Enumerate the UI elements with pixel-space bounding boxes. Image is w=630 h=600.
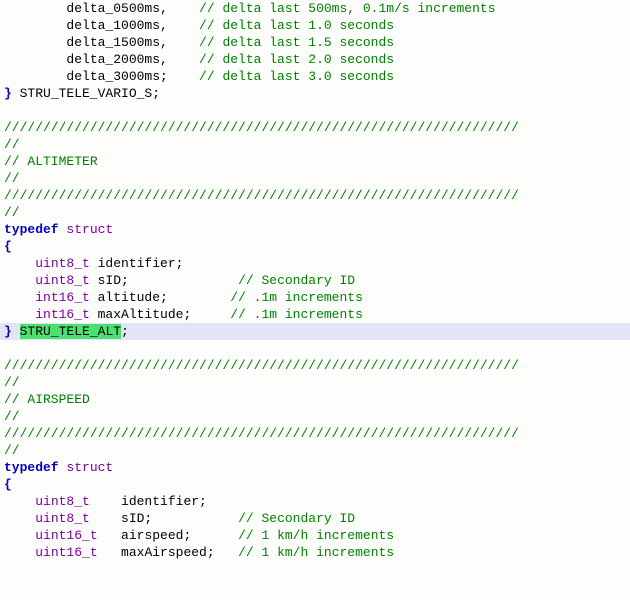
comment: // AIRSPEED xyxy=(4,392,90,407)
type-name: uint16_t xyxy=(35,545,97,560)
code-line[interactable]: // xyxy=(0,442,630,459)
comment: // Secondary ID xyxy=(238,273,355,288)
code-line[interactable]: int16_t altitude; // .1m increments xyxy=(0,289,630,306)
code-line[interactable]: delta_0500ms, // delta last 500ms, 0.1m/… xyxy=(0,0,630,17)
code-line[interactable]: uint8_t identifier; xyxy=(0,493,630,510)
comment: ////////////////////////////////////////… xyxy=(4,426,519,441)
type-name: uint8_t xyxy=(35,273,90,288)
type-name: uint16_t xyxy=(35,528,97,543)
comment: // Secondary ID xyxy=(238,511,355,526)
code-line[interactable]: // ALTIMETER xyxy=(0,153,630,170)
comment: // xyxy=(4,409,20,424)
keyword: typedef xyxy=(4,460,59,475)
comment: // xyxy=(4,137,20,152)
comment: // ALTIMETER xyxy=(4,154,98,169)
code-line[interactable]: // xyxy=(0,136,630,153)
keyword: { xyxy=(4,477,12,492)
code-line[interactable]: delta_1500ms, // delta last 1.5 seconds xyxy=(0,34,630,51)
comment: // delta last 500ms, 0.1m/s increments xyxy=(199,1,495,16)
type-name: uint8_t xyxy=(35,256,90,271)
code-line[interactable]: uint8_t identifier; xyxy=(0,255,630,272)
type-name: int16_t xyxy=(35,307,90,322)
comment: // xyxy=(4,375,20,390)
code-line[interactable] xyxy=(0,340,630,357)
code-line[interactable]: uint16_t airspeed; // 1 km/h increments xyxy=(0,527,630,544)
keyword: } xyxy=(4,86,12,101)
code-line[interactable]: typedef struct xyxy=(0,459,630,476)
comment: // xyxy=(4,171,20,186)
comment: // delta last 1.5 seconds xyxy=(199,35,394,50)
code-line[interactable]: ////////////////////////////////////////… xyxy=(0,119,630,136)
type-name: int16_t xyxy=(35,290,90,305)
comment: // delta last 2.0 seconds xyxy=(199,52,394,67)
keyword: } xyxy=(4,324,12,339)
code-line[interactable]: delta_1000ms, // delta last 1.0 seconds xyxy=(0,17,630,34)
comment: // xyxy=(4,443,20,458)
code-line[interactable]: } STRU_TELE_VARIO_S; xyxy=(0,85,630,102)
type-name: uint8_t xyxy=(35,494,90,509)
code-line[interactable]: delta_3000ms; // delta last 3.0 seconds xyxy=(0,68,630,85)
code-line[interactable]: typedef struct xyxy=(0,221,630,238)
code-line[interactable]: // xyxy=(0,408,630,425)
comment: ////////////////////////////////////////… xyxy=(4,120,519,135)
code-line[interactable]: delta_2000ms, // delta last 2.0 seconds xyxy=(0,51,630,68)
code-line[interactable]: // xyxy=(0,170,630,187)
code-line[interactable]: ////////////////////////////////////////… xyxy=(0,425,630,442)
code-line[interactable]: // xyxy=(0,204,630,221)
code-line[interactable]: ////////////////////////////////////////… xyxy=(0,357,630,374)
type-name: uint8_t xyxy=(35,511,90,526)
comment: // 1 km/h increments xyxy=(238,528,394,543)
code-line[interactable]: } STRU_TELE_ALT; xyxy=(0,323,630,340)
type-name: struct xyxy=(66,222,113,237)
comment: // .1m increments xyxy=(230,290,363,305)
comment: // .1m increments xyxy=(230,307,363,322)
comment: // delta last 1.0 seconds xyxy=(199,18,394,33)
comment: // delta last 3.0 seconds xyxy=(199,69,394,84)
code-line[interactable]: // xyxy=(0,374,630,391)
code-line[interactable]: uint8_t sID; // Secondary ID xyxy=(0,272,630,289)
code-block: delta_0500ms, // delta last 500ms, 0.1m/… xyxy=(0,0,630,561)
comment: ////////////////////////////////////////… xyxy=(4,358,519,373)
type-name: struct xyxy=(66,460,113,475)
code-line[interactable]: { xyxy=(0,238,630,255)
code-line[interactable]: int16_t maxAltitude; // .1m increments xyxy=(0,306,630,323)
code-line[interactable]: { xyxy=(0,476,630,493)
keyword: typedef xyxy=(4,222,59,237)
comment: // 1 km/h increments xyxy=(238,545,394,560)
selection: STRU_TELE_ALT xyxy=(20,324,121,339)
code-line[interactable]: uint16_t maxAirspeed; // 1 km/h incremen… xyxy=(0,544,630,561)
code-line[interactable]: uint8_t sID; // Secondary ID xyxy=(0,510,630,527)
comment: // xyxy=(4,205,20,220)
code-line[interactable] xyxy=(0,102,630,119)
comment: ////////////////////////////////////////… xyxy=(4,188,519,203)
code-line[interactable]: ////////////////////////////////////////… xyxy=(0,187,630,204)
keyword: { xyxy=(4,239,12,254)
code-line[interactable]: // AIRSPEED xyxy=(0,391,630,408)
